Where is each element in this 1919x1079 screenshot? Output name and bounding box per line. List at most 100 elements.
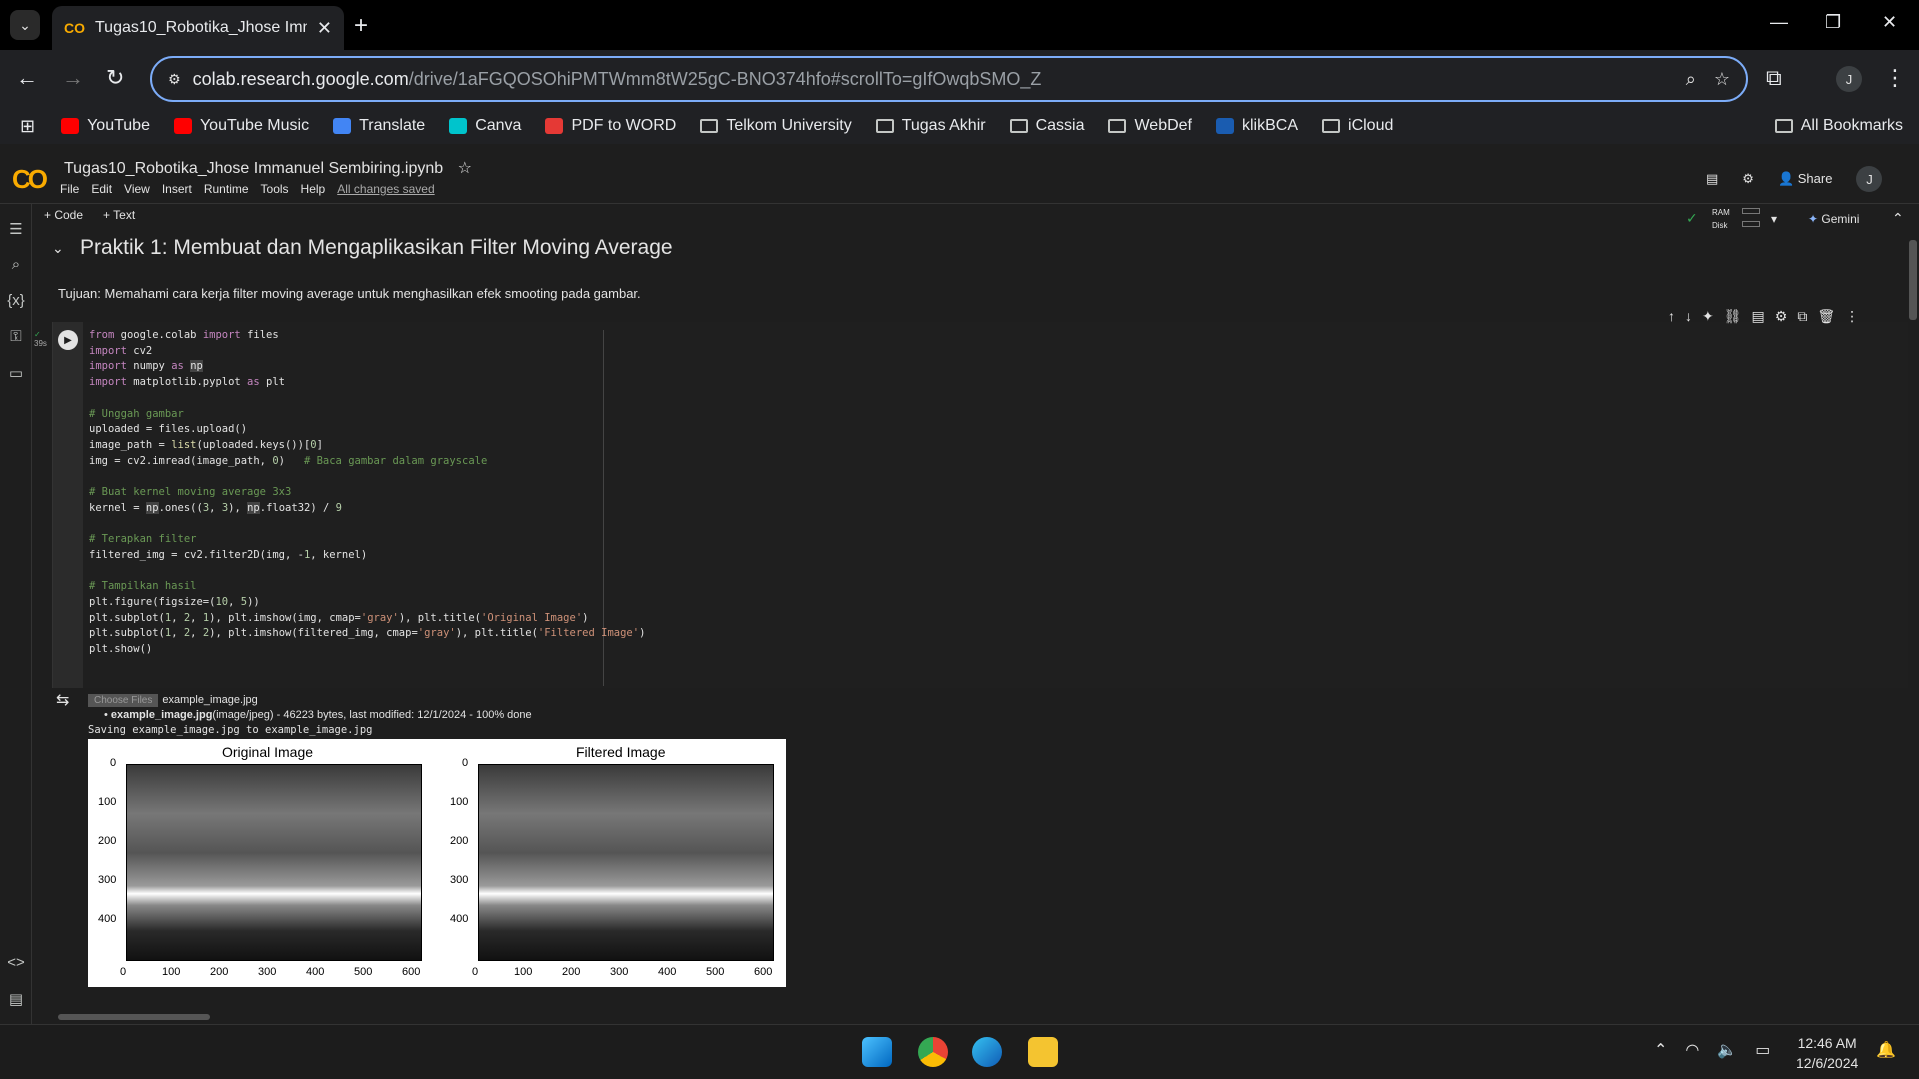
battery-icon[interactable]: ▭ — [1755, 1040, 1770, 1060]
delete-icon[interactable]: 🗑 — [1817, 308, 1835, 325]
apps-grid-icon[interactable]: ⊞ — [20, 116, 35, 137]
y-tick-label: 0 — [110, 757, 117, 769]
window-close-icon[interactable]: ✕ — [1882, 12, 1897, 33]
notification-bell-icon[interactable]: 🔔 — [1876, 1040, 1896, 1060]
y-tick-label: 100 — [98, 796, 117, 808]
bookmark-9[interactable]: klikBCA — [1216, 117, 1298, 135]
colab-favicon-icon: CO — [64, 20, 85, 36]
move-down-icon[interactable]: ↓ — [1685, 308, 1692, 325]
bookmark-10[interactable]: iCloud — [1322, 117, 1393, 135]
tab-search-button[interactable]: ⌄ — [10, 10, 40, 40]
x-tick-label: 0 — [120, 966, 127, 978]
bookmark-6[interactable]: Tugas Akhir — [875, 117, 986, 135]
disk-bar — [1742, 221, 1760, 227]
clock[interactable]: 12:46 AM 12/6/2024 — [1796, 1033, 1858, 1073]
menu-view[interactable]: View — [124, 182, 150, 196]
vertical-scrollbar[interactable] — [1909, 240, 1917, 320]
new-tab-button[interactable]: + — [354, 12, 368, 40]
notebook-title[interactable]: Tugas10_Robotika_Jhose Immanuel Sembirin… — [64, 158, 472, 178]
bookmark-2[interactable]: Translate — [333, 117, 425, 135]
star-icon[interactable]: ☆ — [458, 160, 472, 177]
secrets-key-icon[interactable]: ⚿ — [6, 328, 26, 345]
variables-icon[interactable]: {x} — [6, 292, 26, 309]
search-icon[interactable]: ⌕ — [6, 256, 26, 273]
user-avatar[interactable]: J — [1856, 166, 1883, 192]
menu-edit[interactable]: Edit — [91, 182, 112, 196]
code-snippets-icon[interactable]: <> — [6, 954, 26, 971]
forward-icon[interactable]: → — [62, 65, 84, 91]
zoom-icon[interactable]: ⌕ — [1686, 69, 1696, 90]
all-bookmarks[interactable]: All Bookmarks — [1774, 117, 1903, 135]
add-text-button[interactable]: + Text — [103, 208, 135, 222]
address-bar[interactable]: ⚙ colab.research.google.com/drive/1aFGQO… — [150, 56, 1748, 102]
bookmark-0[interactable]: YouTube — [61, 117, 150, 135]
windows-start-icon[interactable] — [862, 1037, 892, 1067]
horizontal-scrollbar[interactable] — [58, 1014, 210, 1020]
bookmark-1[interactable]: YouTube Music — [173, 117, 309, 135]
bookmark-8[interactable]: WebDef — [1108, 117, 1192, 135]
comments-icon[interactable]: ▤ — [1706, 171, 1718, 187]
file-explorer-icon[interactable] — [1028, 1037, 1058, 1067]
output-actions-icon[interactable]: ⇆ — [56, 690, 69, 710]
gear-icon[interactable]: ⚙ — [1775, 308, 1788, 325]
system-tray: ⌃ ◠ 🔈 ▭ — [1654, 1040, 1770, 1060]
mirror-icon[interactable]: ⧉ — [1797, 308, 1807, 325]
toc-icon[interactable]: ☰ — [6, 220, 26, 238]
left-rail: ☰ ⌕ {x} ⚿ ▭ <> ▤ — [0, 204, 32, 1024]
y-tick-label: 200 — [98, 835, 117, 847]
browser-tab[interactable]: CO Tugas10_Robotika_Jhose Imma ✕ — [52, 6, 344, 50]
tujuan-text: Tujuan: Memahami cara kerja filter movin… — [58, 286, 641, 301]
x-tick-label: 100 — [162, 966, 181, 978]
chevron-down-icon[interactable]: ▾ — [1771, 212, 1777, 226]
menu-insert[interactable]: Insert — [162, 182, 192, 196]
profile-avatar[interactable]: J — [1836, 66, 1862, 92]
site-info-icon[interactable]: ⚙ — [168, 71, 181, 88]
terminal-icon[interactable]: ▤ — [6, 990, 26, 1008]
menu-help[interactable]: Help — [301, 182, 326, 196]
gemini-sparkle-icon[interactable]: ✦ — [1702, 308, 1714, 325]
reload-icon[interactable]: ↻ — [106, 65, 124, 91]
chevron-up-icon[interactable]: ⌃ — [1654, 1040, 1667, 1060]
menu-kebab-icon[interactable]: ⋮ — [1884, 65, 1906, 91]
wifi-icon[interactable]: ◠ — [1685, 1040, 1699, 1060]
menu-file[interactable]: File — [60, 182, 79, 196]
saved-status[interactable]: All changes saved — [337, 182, 434, 196]
bookmark-4[interactable]: PDF to WORD — [545, 117, 676, 135]
edge-icon[interactable] — [972, 1037, 1002, 1067]
comment-icon[interactable]: ▤ — [1752, 308, 1765, 325]
menu-bar: File Edit View Insert Runtime Tools Help All ch… — [60, 182, 435, 196]
resource-monitor[interactable]: RAM Disk — [1712, 206, 1730, 232]
menu-runtime[interactable]: Runtime — [204, 182, 249, 196]
settings-gear-icon[interactable]: ⚙ — [1742, 171, 1754, 187]
chrome-icon[interactable] — [918, 1037, 948, 1067]
folder-icon — [1322, 119, 1341, 133]
collapse-chevron-icon[interactable]: ⌃ — [1892, 210, 1904, 227]
restore-icon[interactable]: ❐ — [1825, 12, 1841, 33]
run-cell-button[interactable]: ▶ — [58, 330, 78, 350]
bookmark-7[interactable]: Cassia — [1009, 117, 1084, 135]
tab-strip: ⌄ CO Tugas10_Robotika_Jhose Imma ✕ + — ❐… — [0, 0, 1919, 50]
close-icon[interactable]: ✕ — [317, 18, 332, 39]
y-tick-label: 0 — [462, 757, 469, 769]
section-collapse-icon[interactable]: ⌄ — [52, 240, 64, 257]
cell-insert-toolbar: + Code + Text — [44, 208, 135, 222]
volume-icon[interactable]: 🔈 — [1717, 1040, 1737, 1060]
bookmark-5[interactable]: Telkom University — [700, 117, 852, 135]
extensions-icon[interactable]: ⧉ — [1766, 65, 1782, 91]
gemini-button[interactable]: ✦ Gemini — [1808, 212, 1859, 226]
bookmark-star-icon[interactable]: ☆ — [1714, 69, 1730, 90]
code-editor[interactable]: from google.colab import files import cv… — [89, 328, 645, 658]
add-code-button[interactable]: + Code — [44, 208, 83, 222]
share-button[interactable]: 👤 Share — [1778, 171, 1833, 187]
share-icon: 👤 — [1777, 171, 1795, 186]
choose-files-button[interactable]: Choose Files — [88, 694, 159, 707]
more-icon[interactable]: ⋮ — [1845, 308, 1859, 325]
minimize-icon[interactable]: — — [1770, 12, 1788, 33]
link-icon[interactable]: ⛓ — [1724, 308, 1742, 325]
move-up-icon[interactable]: ↑ — [1668, 308, 1675, 325]
files-folder-icon[interactable]: ▭ — [6, 364, 26, 382]
x-tick-label: 200 — [562, 966, 581, 978]
menu-tools[interactable]: Tools — [261, 182, 289, 196]
back-icon[interactable]: ← — [16, 65, 38, 91]
bookmark-3[interactable]: Canva — [449, 117, 521, 135]
